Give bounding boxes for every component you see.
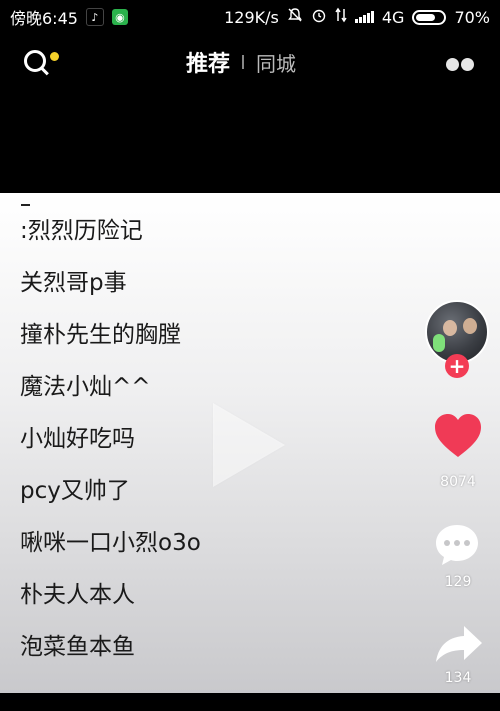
- heart-icon[interactable]: [432, 410, 484, 462]
- comment-icon[interactable]: [432, 520, 482, 570]
- like-count: 8074: [440, 474, 476, 490]
- battery-percent: 70%: [454, 7, 490, 27]
- avatar-person: [463, 318, 477, 334]
- status-left: 傍晚6:45 ♪ ◉: [10, 5, 128, 29]
- list-item: 啾咪一口小烈o3o: [20, 530, 201, 556]
- search-icon[interactable]: [24, 50, 46, 72]
- list-item: 魔法小灿^^: [20, 374, 151, 400]
- alarm-icon: [311, 7, 327, 27]
- play-icon[interactable]: [213, 403, 285, 487]
- status-bar: 傍晚6:45 ♪ ◉ 129K/s 4G 70%: [0, 0, 500, 34]
- list-item: 关烈哥p事: [20, 270, 127, 296]
- mute-bell-icon: [287, 7, 303, 27]
- status-time: 傍晚6:45: [10, 9, 78, 28]
- avatar-glowstick: [433, 334, 445, 352]
- data-transfer-icon: [335, 7, 347, 27]
- comment-count: 129: [444, 574, 472, 590]
- app-notification-icon: ◉: [111, 9, 128, 25]
- video-player[interactable]: :烈烈历险记 关烈哥p事撞朴先生的胸膛 魔法小灿^^ 小灿好吃吗 pcy又帅了啾咪一口小…: [0, 193, 500, 693]
- tab-recommend[interactable]: 推荐: [186, 46, 230, 78]
- list-item: 泡菜鱼本鱼: [20, 634, 135, 660]
- top-nav: 推荐 同城: [0, 42, 500, 82]
- more-icon[interactable]: [446, 58, 474, 71]
- tab-local[interactable]: 同城: [256, 48, 296, 77]
- tab-separator: [242, 55, 245, 69]
- network-speed: 129K/s: [224, 7, 279, 27]
- list-item: 朴夫人本人: [20, 582, 135, 608]
- dash-mark: [21, 204, 30, 206]
- follow-button[interactable]: +: [445, 354, 469, 378]
- battery-icon: [412, 9, 447, 25]
- signal-icon: [354, 11, 374, 23]
- phone-screen: 傍晚6:45 ♪ ◉ 129K/s 4G 70% 推荐 同城:烈烈历险记 关烈…: [0, 0, 500, 711]
- tiktok-notification-icon: ♪: [85, 8, 104, 26]
- video-text-list: :烈烈历险记 关烈哥p事撞朴先生的胸膛 魔法小灿^^ 小灿好吃吗 pcy又帅了啾咪一口小…: [20, 213, 201, 681]
- notification-dot: [50, 52, 59, 61]
- list-item: pcy又帅了: [20, 478, 130, 504]
- feed-tabs: 推荐 同城: [186, 46, 296, 78]
- more-dot: [446, 58, 459, 71]
- status-right: 129K/s 4G 70%: [224, 7, 490, 27]
- battery-fill: [416, 13, 435, 21]
- list-item: 撞朴先生的胸膛: [20, 322, 181, 348]
- list-item: 小灿好吃吗: [20, 426, 135, 452]
- list-item: :烈烈历险记: [20, 218, 143, 244]
- more-dot: [461, 58, 474, 71]
- bottom-bar: [0, 693, 500, 711]
- network-type: 4G: [381, 7, 405, 27]
- share-count: 134: [444, 670, 472, 686]
- share-icon[interactable]: [434, 622, 484, 666]
- avatar-person: [443, 320, 457, 336]
